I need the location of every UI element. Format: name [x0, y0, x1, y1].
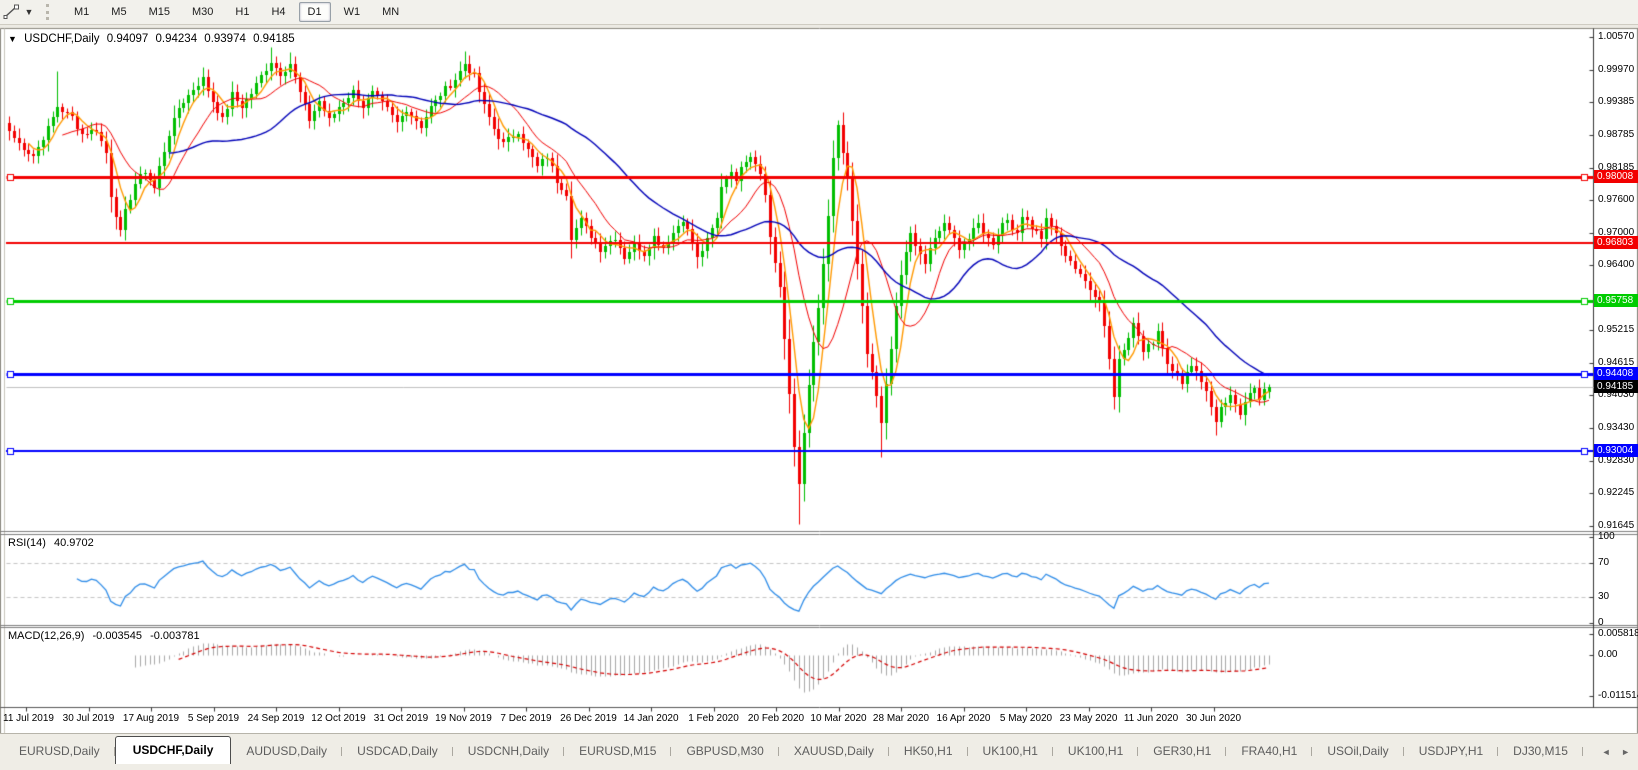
- quote-open: 0.94097: [106, 33, 149, 45]
- chart-tab-audusd-daily[interactable]: AUDUSD,Daily: [231, 739, 342, 764]
- date-axis-label: 5 Sep 2019: [187, 713, 240, 724]
- chart-tab-uk100-h1[interactable]: UK100,H1: [968, 739, 1054, 764]
- timeframe-button-m5[interactable]: M5: [102, 2, 135, 22]
- timeframe-button-m1[interactable]: M1: [65, 2, 98, 22]
- chart-tab-usdcad-daily[interactable]: USDCAD,Daily: [342, 739, 453, 764]
- line-tool-icon[interactable]: [2, 3, 22, 21]
- date-axis-label: 14 Jan 2020: [623, 713, 679, 724]
- chart-tab-bar: EURUSD,Daily USDCHF,Daily AUDUSD,Daily USDC…: [0, 733, 1638, 770]
- timeframe-button-mn[interactable]: MN: [373, 2, 408, 22]
- date-axis-label: 28 Mar 2020: [872, 713, 930, 724]
- y-axis-tick-label: 0.97600: [1598, 194, 1635, 205]
- date-axis-label: 30 Jul 2019: [62, 713, 115, 724]
- tab-scroll-arrows: ◄ ►: [1594, 747, 1630, 757]
- chart-canvas[interactable]: [0, 0, 1638, 770]
- timeframe-button-m15[interactable]: M15: [140, 2, 179, 22]
- macd-name: MACD(12,26,9): [8, 630, 85, 642]
- date-axis-label: 10 Mar 2020: [810, 713, 867, 724]
- chart-tab-eurusd-m15[interactable]: EURUSD,M15: [564, 739, 672, 764]
- chart-tab-uk100-h1[interactable]: UK100,H1: [1053, 739, 1139, 764]
- macd-signal-value: -0.003781: [150, 630, 200, 642]
- y-axis-tick-label: 0.99970: [1598, 64, 1635, 75]
- price-line-badge: 0.93004: [1594, 444, 1638, 457]
- date-axis-label: 26 Dec 2019: [560, 713, 617, 724]
- price-line-badge: 0.94408: [1594, 367, 1638, 380]
- y-axis-tick-label: 0.92245: [1598, 487, 1635, 498]
- timeframe-button-d1[interactable]: D1: [298, 2, 331, 22]
- date-axis-label: 31 Oct 2019: [373, 713, 429, 724]
- timeframe-button-group: M1 M5 M15 M30 H1 H4 D1 W1 MN: [63, 2, 410, 22]
- date-axis-label: 23 May 2020: [1059, 713, 1118, 724]
- date-axis-label: 12 Oct 2019: [311, 713, 366, 724]
- chart-title: ▼ USDCHF,Daily 0.94097 0.94234 0.93974 0…: [8, 33, 299, 45]
- chart-tab-hk50-h1[interactable]: HK50,H1: [889, 739, 968, 764]
- price-line-badge: 0.98008: [1594, 170, 1638, 183]
- timeframe-button-h4[interactable]: H4: [262, 2, 294, 22]
- current-price-badge: 0.94185: [1594, 380, 1638, 393]
- tool-dropdown-arrow-icon[interactable]: ▼: [22, 7, 36, 17]
- chart-tab-ger30-h1[interactable]: GER30,H1: [1138, 739, 1227, 764]
- chart-tabs: EURUSD,Daily USDCHF,Daily AUDUSD,Daily USDC…: [0, 734, 1638, 764]
- tab-scroll-left-icon[interactable]: ◄: [1602, 747, 1611, 757]
- timeframe-button-w1[interactable]: W1: [335, 2, 370, 22]
- rsi-axis-label: 100: [1598, 531, 1615, 542]
- date-axis-label: 19 Nov 2019: [435, 713, 492, 724]
- chart-tab-usoil-daily[interactable]: USOil,Daily: [1312, 739, 1405, 764]
- y-axis-tick-label: 0.95215: [1598, 324, 1635, 335]
- rsi-axis-label: 70: [1598, 557, 1610, 568]
- timeframe-button-m30[interactable]: M30: [183, 2, 222, 22]
- date-axis-label: 20 Feb 2020: [747, 713, 805, 724]
- date-axis-label: 30 Jun 2020: [1185, 713, 1242, 724]
- chart-tab-dj30-m15[interactable]: DJ30,M15: [1498, 739, 1583, 764]
- date-axis-label: 17 Aug 2019: [122, 713, 180, 724]
- macd-label: MACD(12,26,9) -0.003545 -0.003781: [8, 630, 205, 642]
- quote-low: 0.93974: [204, 33, 246, 45]
- chart-tab-eurusd-daily[interactable]: EURUSD,Daily: [4, 739, 115, 764]
- chart-collapse-icon[interactable]: ▼: [8, 34, 17, 44]
- macd-value: -0.003545: [92, 630, 143, 642]
- y-axis-tick-label: 0.93430: [1598, 422, 1635, 433]
- macd-axis-label: -0.011514: [1598, 690, 1638, 701]
- chart-tab-usdjpy-h1[interactable]: USDJPY,H1: [1404, 739, 1499, 764]
- rsi-value: 40.9702: [53, 537, 94, 549]
- chart-tab-fra40-h1[interactable]: FRA40,H1: [1226, 739, 1313, 764]
- quote-high: 0.94234: [155, 33, 198, 45]
- date-axis-label: 11 Jul 2019: [3, 713, 54, 724]
- chart-tab-gbpusd-m30[interactable]: GBPUSD,M30: [671, 739, 780, 764]
- chart-tab-xauusd-daily[interactable]: XAUUSD,Daily: [779, 739, 889, 764]
- chart-symbol-label: USDCHF,Daily: [24, 33, 100, 45]
- rsi-label: RSI(14) 40.9702: [8, 537, 99, 549]
- top-toolbar: ▼ M1 M5 M15 M30 H1 H4 D1 W1 MN: [0, 0, 1638, 25]
- date-axis-label: 5 May 2020: [999, 713, 1053, 724]
- toolbar-separator: [46, 4, 55, 20]
- date-axis-label: 24 Sep 2019: [247, 713, 305, 724]
- price-line-badge: 0.95758: [1594, 294, 1638, 307]
- date-axis-label: 11 Jun 2020: [1123, 713, 1179, 724]
- price-line-badge: 0.96803: [1594, 236, 1638, 249]
- y-axis-tick-label: 0.98785: [1598, 129, 1635, 140]
- date-axis-label: 16 Apr 2020: [936, 713, 991, 724]
- chart-tab-usdcnh-daily[interactable]: USDCNH,Daily: [453, 739, 565, 764]
- date-axis-label: 7 Dec 2019: [500, 713, 552, 724]
- chart-tab-usdchf-daily[interactable]: USDCHF,Daily: [114, 736, 232, 764]
- y-axis-tick-label: 0.99385: [1598, 96, 1635, 107]
- rsi-axis-label: 30: [1598, 591, 1610, 602]
- macd-axis-label: 0.00: [1598, 649, 1618, 660]
- timeframe-button-h1[interactable]: H1: [226, 2, 258, 22]
- tab-scroll-right-icon[interactable]: ►: [1621, 747, 1630, 757]
- rsi-name: RSI(14): [8, 537, 46, 549]
- macd-axis-label: 0.005818: [1598, 628, 1638, 639]
- y-axis-tick-label: 0.96400: [1598, 259, 1635, 270]
- y-axis-tick-label: 1.00570: [1598, 31, 1635, 42]
- date-axis-label: 1 Feb 2020: [688, 713, 739, 724]
- quote-close: 0.94185: [253, 33, 295, 45]
